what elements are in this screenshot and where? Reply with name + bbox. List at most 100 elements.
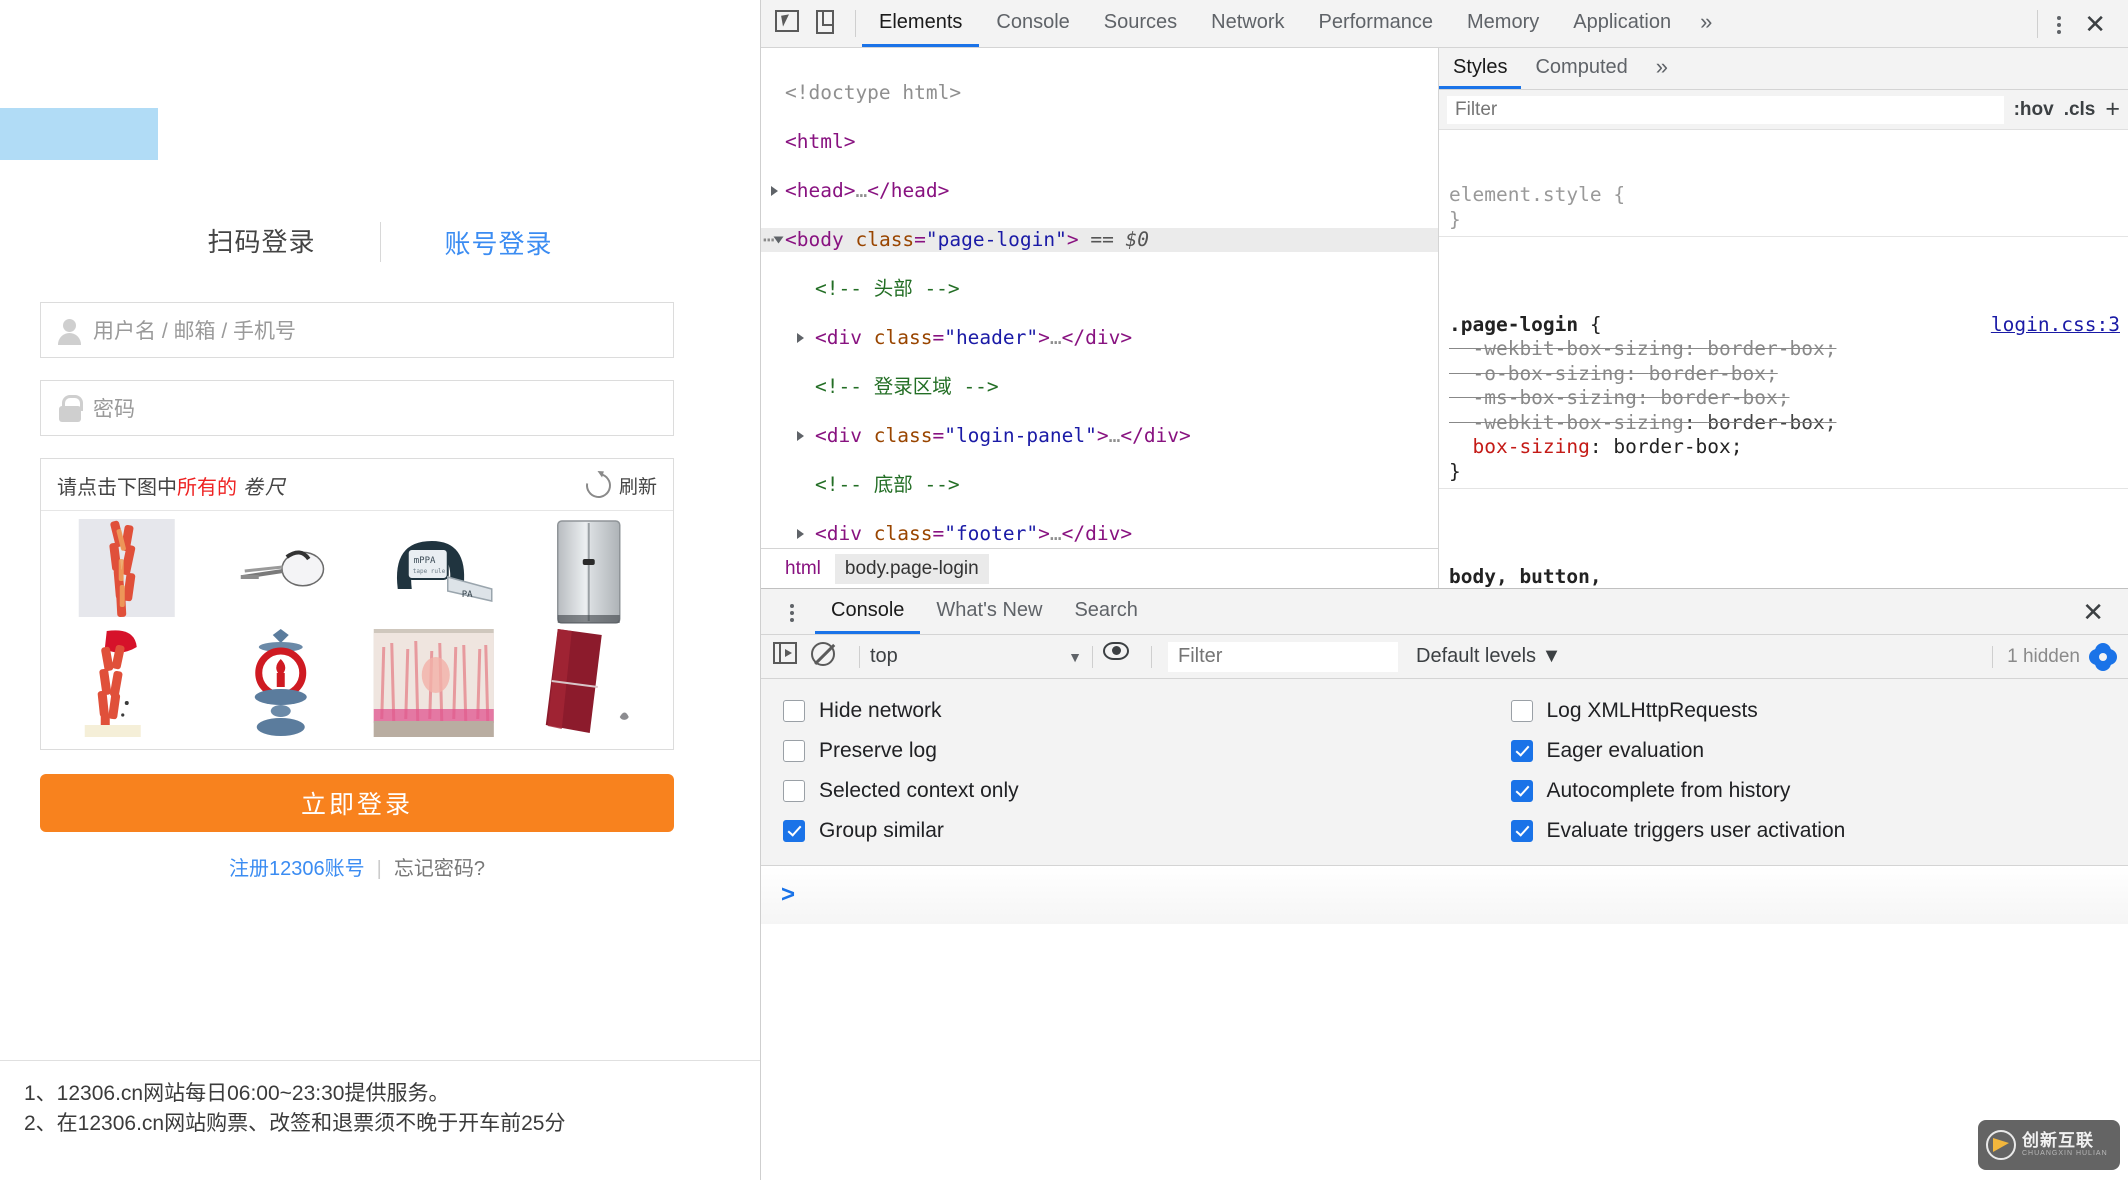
captcha-cell-2[interactable] — [205, 519, 357, 627]
head-expand-triangle-icon[interactable] — [771, 185, 778, 196]
devtools-close-icon[interactable]: ✕ — [2076, 11, 2114, 37]
checkbox-group-similar[interactable] — [783, 820, 805, 842]
captcha-cell-4[interactable] — [512, 519, 664, 627]
header-div-expand-triangle-icon[interactable] — [797, 332, 804, 343]
captcha-cell-8[interactable] — [512, 629, 664, 737]
tab-application[interactable]: Application — [1556, 0, 1688, 47]
drawer-tab-search[interactable]: Search — [1058, 589, 1153, 634]
context-caret-down-icon: ▼ — [1068, 648, 1082, 665]
clear-console-icon[interactable] — [811, 641, 841, 672]
device-toolbar-icon[interactable] — [813, 9, 841, 38]
tab-network[interactable]: Network — [1194, 0, 1301, 47]
dom-line-body-selected[interactable]: ⋯ <body class="page-login"> == $0 — [761, 227, 1438, 252]
captcha-cell-5[interactable] — [51, 629, 203, 737]
dom-line-div-login-panel[interactable]: <div class="login-panel">…</div> — [761, 424, 1438, 449]
captcha-prompt-prefix: 请点击下图中 — [57, 477, 177, 499]
login-page-viewport: 扫码登录 账号登录 用户名 / 邮箱 / 手机号 密码 请点击下图中所有的 卷尺 … — [0, 0, 760, 1180]
dom-line-div-footer[interactable]: <div class="footer">…</div> — [761, 522, 1438, 547]
live-expression-eye-icon[interactable] — [1103, 641, 1133, 672]
drawer-menu-kebab[interactable] — [769, 589, 815, 634]
dom-line-div-header[interactable]: <div class="header">…</div> — [761, 326, 1438, 351]
breadcrumb-html[interactable]: html — [775, 554, 831, 584]
setting-selected-context-only[interactable]: Selected context only — [761, 771, 1445, 811]
tab-qrcode-login[interactable]: 扫码登录 — [143, 222, 381, 262]
body-expand-triangle-icon[interactable] — [773, 236, 784, 243]
checkbox-hide-network[interactable] — [783, 700, 805, 722]
tab-console[interactable]: Console — [979, 0, 1086, 47]
label-hide-network: Hide network — [819, 699, 942, 722]
footer-div-expand-triangle-icon[interactable] — [797, 528, 804, 539]
captcha-cell-6[interactable] — [205, 629, 357, 737]
cls-toggle-button[interactable]: .cls — [2064, 99, 2096, 121]
new-style-rule-button[interactable]: + — [2105, 97, 2120, 122]
drawer-close-button[interactable]: ✕ — [2074, 589, 2128, 634]
checkbox-selected-context-only[interactable] — [783, 780, 805, 802]
forgot-password-link[interactable]: 忘记密码? — [394, 858, 485, 880]
prop-webkit-box-sizing: -webkit-box-sizing — [1472, 410, 1684, 434]
drawer-kebab-icon[interactable] — [779, 599, 805, 625]
drawer-close-icon[interactable]: ✕ — [2074, 599, 2112, 625]
hov-toggle-button[interactable]: :hov — [2014, 99, 2054, 121]
checkbox-log-xhr[interactable] — [1510, 700, 1533, 722]
tab-sources[interactable]: Sources — [1087, 0, 1194, 47]
tab-account-login[interactable]: 账号登录 — [381, 224, 617, 261]
console-hidden-count: 1 hidden — [1992, 645, 2090, 668]
checkbox-eager-evaluation[interactable] — [1510, 740, 1533, 762]
console-sidebar-toggle-icon[interactable] — [773, 641, 803, 672]
console-input-prompt[interactable]: > — [761, 866, 2128, 924]
dom-line-html: <html> — [785, 129, 856, 153]
val-webkit-box-sizing: border-box — [1707, 410, 1825, 434]
checkbox-autocomplete-history[interactable] — [1510, 780, 1533, 802]
console-context-selector[interactable]: top ▼ — [870, 645, 1082, 668]
setting-autocomplete-history[interactable]: Autocomplete from history — [1445, 771, 2128, 811]
tab-styles[interactable]: Styles — [1439, 48, 1522, 89]
setting-log-xhr[interactable]: Log XMLHttpRequests — [1445, 691, 2128, 731]
captcha-cell-7[interactable] — [358, 629, 510, 737]
checkbox-preserve-log[interactable] — [783, 740, 805, 762]
val-box-sizing[interactable]: border-box — [1613, 435, 1730, 458]
tab-performance[interactable]: Performance — [1302, 0, 1451, 47]
tab-elements[interactable]: Elements — [862, 0, 980, 47]
captcha-refresh-button[interactable]: 刷新 — [581, 468, 657, 503]
console-levels-dropdown[interactable]: Default levels ▼ — [1416, 645, 1561, 668]
console-toolbar-divider-2 — [1092, 645, 1093, 668]
prop-box-sizing[interactable]: box-sizing — [1472, 435, 1589, 458]
selector-page-login[interactable]: .page-login — [1449, 313, 1578, 336]
selector-element-style[interactable]: element.style — [1449, 183, 1602, 206]
source-link-login-css[interactable]: login.css:3 — [1991, 313, 2120, 338]
console-settings-gear-icon[interactable] — [2090, 644, 2116, 670]
login-submit-button[interactable]: 立即登录 — [40, 774, 674, 832]
svg-text:tape rule: tape rule — [413, 568, 446, 575]
setting-preserve-log[interactable]: Preserve log — [761, 731, 1445, 771]
styles-more-chevron-icon[interactable]: » — [1642, 48, 1682, 89]
inspect-element-icon[interactable] — [775, 9, 803, 38]
label-autocomplete-history: Autocomplete from history — [1546, 779, 1791, 802]
setting-evaluate-triggers[interactable]: Evaluate triggers user activation — [1445, 811, 2128, 851]
setting-hide-network[interactable]: Hide network — [761, 691, 1445, 731]
devtools-menu-kebab-icon[interactable] — [2046, 11, 2072, 37]
console-filter-input[interactable] — [1168, 641, 1398, 672]
username-field[interactable]: 用户名 / 邮箱 / 手机号 — [40, 302, 674, 358]
setting-group-similar[interactable]: Group similar — [761, 811, 1445, 851]
styles-filter-input[interactable] — [1447, 95, 2004, 124]
captcha-cell-1[interactable] — [51, 519, 203, 627]
div-close-3: div — [1085, 521, 1121, 545]
drawer-tab-whats-new[interactable]: What's New — [920, 589, 1058, 634]
login-panel-expand-triangle-icon[interactable] — [797, 430, 804, 441]
tab-memory[interactable]: Memory — [1450, 0, 1556, 47]
drawer-tab-console[interactable]: Console — [815, 589, 921, 634]
breadcrumb-body[interactable]: body.page-login — [834, 553, 989, 584]
watermark-cn: 创新互联 — [2022, 1131, 2094, 1151]
dom-line-head[interactable]: <head>…</head> — [761, 179, 1438, 204]
captcha-cell-3-tape-measure[interactable]: mPPA tape rule PA — [358, 519, 510, 627]
console-toolbar: top ▼ Default levels ▼ 1 hidden — [761, 635, 2128, 679]
selector-body-button[interactable]: body, button, input, select, textarea — [1449, 565, 1719, 589]
tab-computed[interactable]: Computed — [1521, 48, 1641, 89]
password-field[interactable]: 密码 — [40, 380, 674, 436]
more-tabs-chevron-icon[interactable]: » — [1688, 0, 1724, 47]
checkbox-evaluate-triggers[interactable] — [1510, 820, 1533, 842]
register-link[interactable]: 注册12306账号 — [229, 858, 365, 880]
captcha-header: 请点击下图中所有的 卷尺 刷新 — [41, 459, 673, 511]
div-close-1: div — [1085, 325, 1121, 349]
setting-eager-evaluation[interactable]: Eager evaluation — [1445, 731, 2128, 771]
